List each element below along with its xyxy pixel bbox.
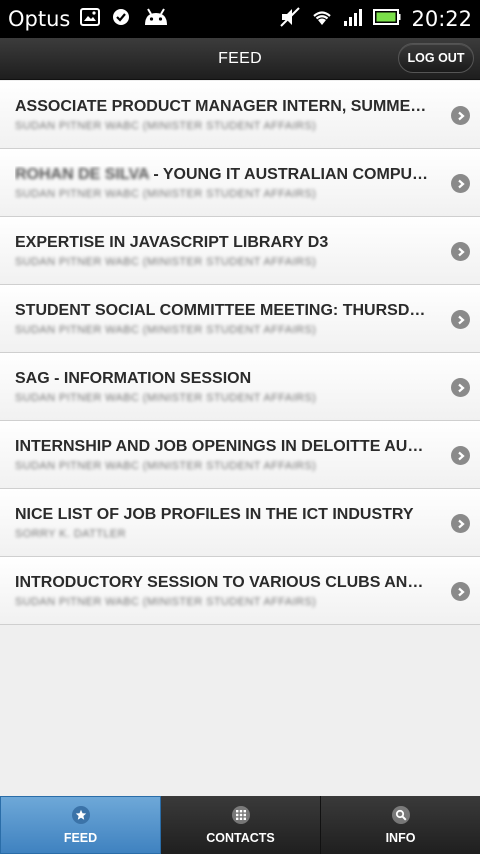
- android-notification-icon: [142, 8, 170, 30]
- tab-contacts-label: CONTACTS: [206, 830, 275, 845]
- list-item[interactable]: INTRODUCTORY SESSION TO VARIOUS CLUBS AN…: [0, 557, 480, 625]
- logout-button[interactable]: LOG OUT: [398, 43, 474, 73]
- tab-info-label: INFO: [385, 830, 416, 845]
- feed-item-title: INTRODUCTORY SESSION TO VARIOUS CLUBS AN…: [15, 574, 432, 591]
- battery-icon: [373, 8, 401, 30]
- feed-item-title: EXPERTISE IN JAVASCRIPT LIBRARY D3: [15, 234, 329, 251]
- feed-item-title: ASSOCIATE PRODUCT MANAGER INTERN, SUMMER…: [15, 98, 432, 115]
- chevron-right-icon: [451, 106, 470, 125]
- feed-item-author: SUDAN PITNER WABC (MINISTER STUDENT AFFA…: [15, 392, 317, 404]
- list-item[interactable]: SAG - INFORMATION SESSION SUDAN PITNER W…: [0, 353, 480, 421]
- feed-item-title: INTERNSHIP AND JOB OPENINGS IN DELOITTE …: [15, 438, 432, 455]
- signal-icon: [343, 8, 363, 30]
- star-icon: [71, 805, 90, 824]
- tab-feed[interactable]: FEED: [0, 796, 161, 854]
- chevron-right-icon: [451, 514, 470, 533]
- feed-item-author: SUDAN PITNER WABC (MINISTER STUDENT AFFA…: [15, 460, 317, 472]
- bottom-tab-bar: FEED CONTACTS INFO: [0, 796, 480, 854]
- feed-list: ASSOCIATE PRODUCT MANAGER INTERN, SUMMER…: [0, 81, 480, 625]
- mute-icon: [279, 7, 301, 31]
- feed-item-title: SAG - INFORMATION SESSION: [15, 370, 252, 387]
- list-item[interactable]: EXPERTISE IN JAVASCRIPT LIBRARY D3 SUDAN…: [0, 217, 480, 285]
- list-item[interactable]: ASSOCIATE PRODUCT MANAGER INTERN, SUMMER…: [0, 81, 480, 149]
- page-title: FEED: [218, 49, 262, 67]
- tab-info[interactable]: INFO: [321, 796, 480, 854]
- clock: 20:22: [411, 7, 472, 31]
- status-bar: Optus 20:22: [0, 0, 480, 38]
- feed-item-title: STUDENT SOCIAL COMMITTEE MEETING: THURSD…: [15, 302, 432, 319]
- feed-item-author: SUDAN PITNER WABC (MINISTER STUDENT AFFA…: [15, 188, 317, 200]
- app-header: FEED LOG OUT: [0, 38, 480, 80]
- feed-item-title-rest: - YOUNG IT AUSTRALIAN COMPUTER SOCIETY: [153, 166, 432, 183]
- grid-icon: [231, 805, 250, 824]
- list-item[interactable]: NICE LIST OF JOB PROFILES IN THE ICT IND…: [0, 489, 480, 557]
- chevron-right-icon: [451, 582, 470, 601]
- wifi-icon: [311, 8, 333, 30]
- tab-feed-label: FEED: [63, 830, 98, 845]
- feed-item-title-name: ROHAN DE SILVA: [15, 166, 149, 183]
- chevron-right-icon: [451, 310, 470, 329]
- check-notification-icon: [112, 8, 130, 30]
- search-icon: [391, 805, 410, 824]
- chevron-right-icon: [451, 378, 470, 397]
- carrier-name: Optus: [8, 7, 71, 31]
- list-item[interactable]: INTERNSHIP AND JOB OPENINGS IN DELOITTE …: [0, 421, 480, 489]
- feed-item-author: SUDAN PITNER WABC (MINISTER STUDENT AFFA…: [15, 256, 317, 268]
- list-item[interactable]: STUDENT SOCIAL COMMITTEE MEETING: THURSD…: [0, 285, 480, 353]
- feed-item-author: SUDAN PITNER WABC (MINISTER STUDENT AFFA…: [15, 596, 317, 608]
- chevron-right-icon: [451, 446, 470, 465]
- chevron-right-icon: [451, 242, 470, 261]
- tab-contacts[interactable]: CONTACTS: [161, 796, 321, 854]
- image-notification-icon: [80, 8, 101, 30]
- feed-item-title: ROHAN DE SILVA - YOUNG IT AUSTRALIAN COM…: [15, 166, 432, 184]
- feed-item-author: SORRY K. DATTLER: [15, 528, 126, 540]
- list-item[interactable]: ROHAN DE SILVA - YOUNG IT AUSTRALIAN COM…: [0, 149, 480, 217]
- chevron-right-icon: [451, 174, 470, 193]
- feed-item-title: NICE LIST OF JOB PROFILES IN THE ICT IND…: [15, 506, 414, 523]
- feed-item-author: SUDAN PITNER WABC (MINISTER STUDENT AFFA…: [15, 120, 317, 132]
- feed-item-author: SUDAN PITNER WABC (MINISTER STUDENT AFFA…: [15, 324, 317, 336]
